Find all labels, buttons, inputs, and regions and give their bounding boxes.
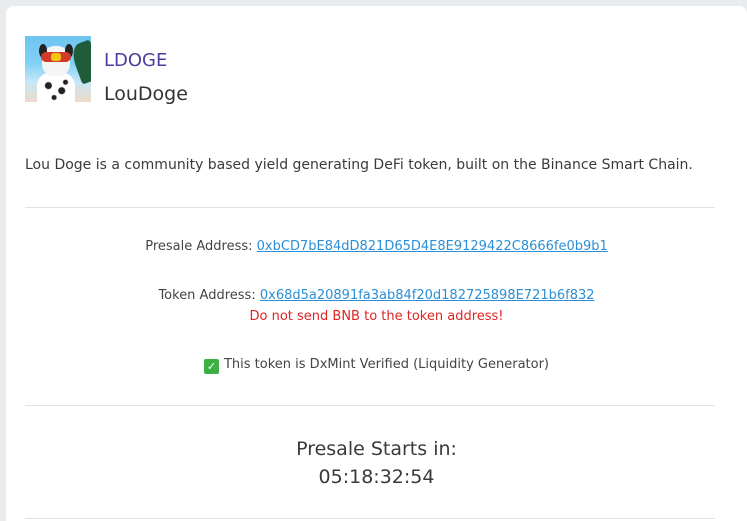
check-icon: ✓ — [203, 359, 219, 374]
token-symbol: LDOGE — [104, 50, 168, 71]
presale-card: LDOGE LouDoge Lou Doge is a community ba… — [6, 6, 747, 521]
divider — [25, 405, 715, 406]
presale-address-label: Presale Address: — [145, 239, 253, 254]
countdown-value: 05:18:32:54 — [318, 466, 435, 488]
token-header: LDOGE LouDoge — [25, 36, 188, 105]
verification-row: ✓ This token is DxMint Verified (Liquidit… — [6, 357, 747, 374]
divider — [25, 207, 715, 208]
token-description: Lou Doge is a community based yield gene… — [25, 157, 693, 173]
token-titles: LDOGE LouDoge — [104, 50, 188, 105]
presale-address-row: Presale Address: 0xbCD7bE84dD821D65D4E8E… — [6, 239, 747, 254]
token-name: LouDoge — [104, 83, 188, 105]
token-address-link[interactable]: 0x68d5a20891fa3ab84f20d182725898E721b6f8… — [260, 288, 595, 303]
presale-address-link[interactable]: 0xbCD7bE84dD821D65D4E8E9129422C8666fe0b9… — [257, 239, 608, 254]
token-address-label: Token Address: — [158, 288, 256, 303]
token-address-row: Token Address: 0x68d5a20891fa3ab84f20d18… — [6, 288, 747, 303]
verification-text: This token is DxMint Verified (Liquidity… — [223, 357, 549, 372]
loudoge-logo-icon — [25, 36, 91, 102]
countdown-title: Presale Starts in: — [296, 438, 457, 460]
divider — [25, 518, 715, 519]
token-address-warning: Do not send BNB to the token address! — [249, 309, 504, 324]
